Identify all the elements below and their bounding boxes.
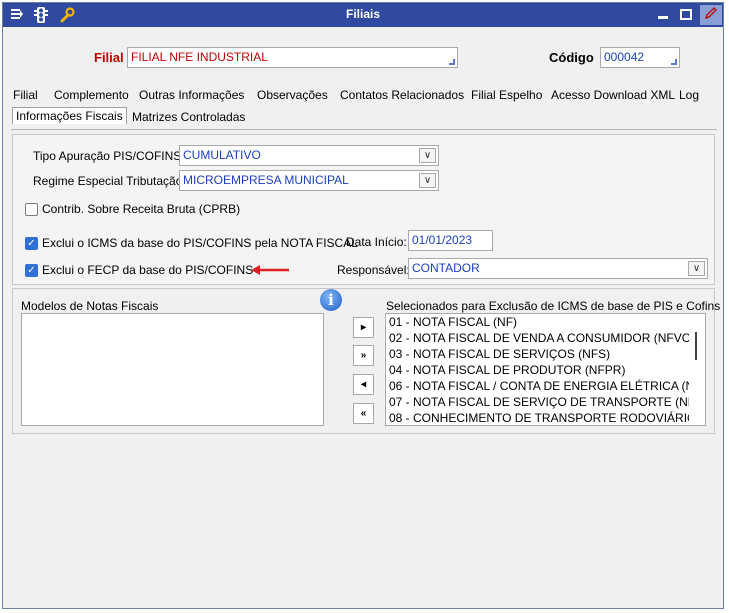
tab-acesso-download-xml[interactable]: Acesso Download XML [551,88,675,102]
responsavel-value: CONTADOR [412,261,480,275]
tab-divider [11,129,717,130]
excluo-fecp-checkbox[interactable]: ✓ [25,264,38,277]
window-title: Filiais [345,7,380,21]
red-arrow-annotation [251,265,289,275]
scrollbar-thumb[interactable] [695,332,697,360]
modelos-listbox[interactable] [21,313,324,426]
chevron-down-icon[interactable]: ∨ [419,173,436,188]
regime-label: Regime Especial Tributação: [33,174,186,188]
list-item[interactable]: 02 - NOTA FISCAL DE VENDA A CONSUMIDOR (… [386,330,689,346]
title-bar: Filiais [3,3,723,27]
tab-observacoes[interactable]: Observações [257,88,328,102]
responsavel-select[interactable]: CONTADOR ∨ [408,258,708,279]
tab-complemento[interactable]: Complemento [54,88,129,102]
cprb-checkbox[interactable] [25,203,38,216]
tab-filial-espelho[interactable]: Filial Espelho [471,88,542,102]
list-item[interactable]: 07 - NOTA FISCAL DE SERVIÇO DE TRANSPORT… [386,394,689,410]
cprb-label: Contrib. Sobre Receita Bruta (CPRB) [42,202,241,216]
tab-filial[interactable]: Filial [13,88,38,102]
list-item[interactable]: 08 - CONHECIMENTO DE TRANSPORTE RODOVIÁR… [386,410,689,425]
codigo-value: 000042 [604,50,645,64]
tab-log[interactable]: Log [679,88,699,102]
regime-value: MICROEMPRESA MUNICIPAL [183,173,349,187]
excluo-icms-label: Exclui o ICMS da base do PIS/COFINS pela… [42,236,358,250]
tab-contatos-relacionados[interactable]: Contatos Relacionados [340,88,464,102]
filial-value: FILIAL NFE INDUSTRIAL [131,50,268,64]
regime-select[interactable]: MICROEMPRESA MUNICIPAL ∨ [179,170,439,191]
move-all-left-button[interactable]: « [353,403,374,424]
responsavel-label: Responsável: [337,263,410,277]
list-item[interactable]: 01 - NOTA FISCAL (NF) [386,314,689,330]
lookup-icon [671,59,677,65]
modelos-label: Modelos de Notas Fiscais [21,299,159,313]
tab-matrizes-controladas[interactable]: Matrizes Controladas [132,110,245,124]
scrollbar[interactable] [689,314,705,425]
filiais-window: Filiais Filial FILIAL NFE INDUSTRIAL Cód… [2,2,724,609]
excluo-fecp-label: Exclui o FECP da base do PIS/COFINS [42,263,254,277]
info-icon[interactable]: i [320,289,342,311]
list-item[interactable]: 03 - NOTA FISCAL DE SERVIÇOS (NFS) [386,346,689,362]
tab-outras-informacoes[interactable]: Outras Informações [139,88,244,102]
chevron-down-icon[interactable]: ∨ [688,261,705,276]
tipo-apuracao-value: CUMULATIVO [183,148,261,162]
chevron-down-icon[interactable]: ∨ [419,148,436,163]
selecionados-listbox[interactable]: 01 - NOTA FISCAL (NF) 02 - NOTA FISCAL D… [385,313,706,426]
data-inicio-label: Data Início: [346,235,407,249]
list-item[interactable]: 06 - NOTA FISCAL / CONTA DE ENERGIA ELÉT… [386,378,689,394]
move-all-right-button[interactable]: » [353,345,374,366]
selecionados-label: Selecionados para Exclusão de ICMS de ba… [386,299,721,313]
excluo-icms-checkbox[interactable]: ✓ [25,237,38,250]
codigo-label: Código [549,50,594,65]
tab-informacoes-fiscais[interactable]: Informações Fiscais [12,107,127,124]
lookup-icon [449,59,455,65]
codigo-field[interactable]: 000042 [600,47,680,68]
tipo-apuracao-label: Tipo Apuração PIS/COFINS: [33,149,185,163]
data-inicio-field[interactable]: 01/01/2023 [408,230,493,251]
maximize-icon[interactable] [676,5,696,25]
move-left-button[interactable]: ◂ [353,374,374,395]
filial-field[interactable]: FILIAL NFE INDUSTRIAL [127,47,458,68]
filial-label: Filial [94,50,124,65]
list-item[interactable]: 04 - NOTA FISCAL DE PRODUTOR (NFPR) [386,362,689,378]
tipo-apuracao-select[interactable]: CUMULATIVO ∨ [179,145,439,166]
pencil-icon[interactable] [700,5,722,25]
minimize-icon[interactable] [653,5,673,25]
move-right-button[interactable]: ▸ [353,317,374,338]
data-inicio-value: 01/01/2023 [412,233,473,247]
